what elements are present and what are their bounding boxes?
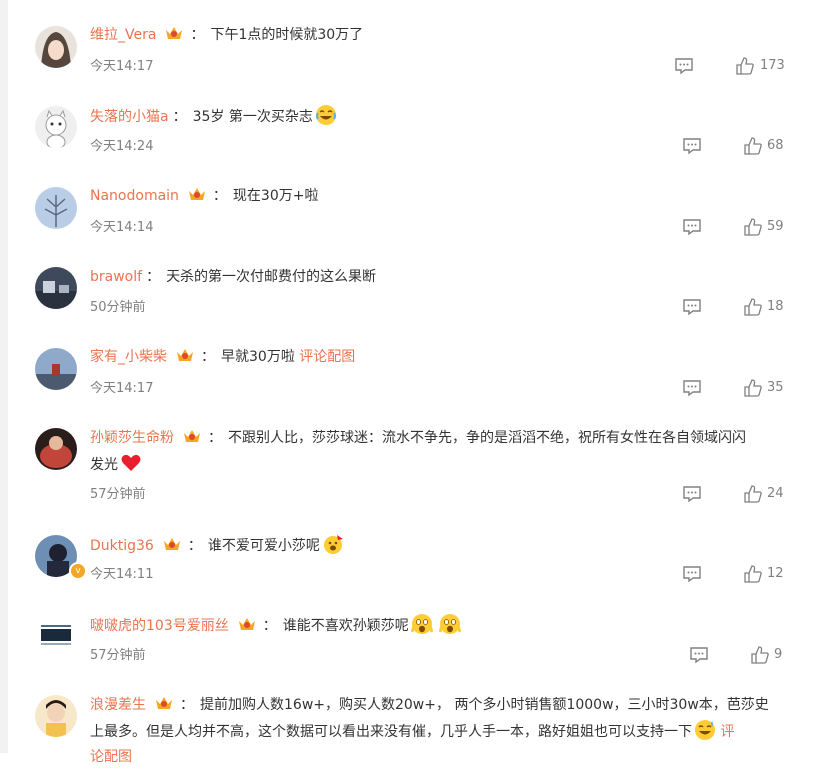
comment-text-continued: 发光 xyxy=(90,457,118,473)
party-emoji-icon xyxy=(323,535,343,554)
like-icon[interactable] xyxy=(751,646,769,664)
comment-line-continued: 发光 xyxy=(90,452,777,477)
like-icon[interactable] xyxy=(736,57,754,75)
comment-text: 下午1点的时候就30万了 xyxy=(210,27,364,43)
comment-line-continued: 上最多。但是人均并不高，这个数据可以看出来没有催，几乎人手一本，路好姐姐也可以支… xyxy=(90,719,777,744)
timestamp: 今天14:17 xyxy=(90,59,154,74)
comment-line: 孙颖莎生命粉 ： 不跟别人比，莎莎球迷：流水不争先，争的是滔滔不绝，祝所有女性在各自… xyxy=(90,426,777,450)
vip-crown-icon xyxy=(184,430,200,442)
vip-crown-icon xyxy=(156,697,172,709)
like-icon[interactable] xyxy=(744,565,762,583)
comment-line: 家有_小柴柴 ： 早就30万啦 评论配图 xyxy=(90,345,777,369)
comment-reply-icon[interactable] xyxy=(682,565,702,583)
comment-line: 失落的小猫a： 35岁 第一次买杂志 xyxy=(90,104,777,129)
vip-crown-icon xyxy=(166,27,183,39)
scream-emoji-icon xyxy=(410,614,433,634)
like-icon[interactable] xyxy=(744,485,762,503)
colon: ： xyxy=(146,269,161,285)
vip-crown-icon xyxy=(238,618,255,630)
avatar[interactable] xyxy=(35,106,77,148)
avatar[interactable] xyxy=(35,267,77,309)
colon: ： xyxy=(172,109,187,125)
comment-text: 提前加购人数16w+，购买人数20w+， 两个多小时销售额1000w，三小时30… xyxy=(200,697,769,713)
comment-text: 天杀的第一次付邮费付的这么果断 xyxy=(166,269,377,285)
comment-line: brawolf： 天杀的第一次付邮费付的这么果断 xyxy=(90,265,777,289)
comment-text: 现在30万+啦 xyxy=(232,188,319,204)
comment-reply-icon[interactable] xyxy=(682,218,702,236)
like-count: 59 xyxy=(767,219,784,234)
username[interactable]: 啵啵虎的103号爱丽丝 xyxy=(90,618,229,634)
comment-reply-icon[interactable] xyxy=(682,379,702,397)
comment-line: 啵啵虎的103号爱丽丝 ： 谁能不喜欢孙颖莎呢 xyxy=(90,613,777,638)
like-count: 18 xyxy=(767,299,784,314)
timestamp: 今天14:14 xyxy=(90,220,154,235)
like-icon[interactable] xyxy=(744,379,762,397)
username[interactable]: 家有_小柴柴 xyxy=(90,349,167,365)
comment-reply-icon[interactable] xyxy=(674,57,694,75)
vip-crown-icon xyxy=(163,538,180,550)
colon: ： xyxy=(190,27,205,43)
like-icon[interactable] xyxy=(744,218,762,236)
timestamp: 50分钟前 xyxy=(90,300,146,315)
laugh-cry-emoji-icon xyxy=(315,105,336,125)
timestamp: 57分钟前 xyxy=(90,648,146,663)
avatar[interactable] xyxy=(35,26,77,68)
comment-text: 35岁 第一次买杂志 xyxy=(192,109,313,125)
avatar[interactable] xyxy=(35,187,77,229)
comment-text: 不跟别人比，莎莎球迷：流水不争先，争的是滔滔不绝，祝所有女性在各自领域闪闪 xyxy=(228,430,746,446)
comment-line-continued: 论配图 xyxy=(90,745,777,769)
comment-reply-icon[interactable] xyxy=(682,137,702,155)
like-icon[interactable] xyxy=(744,298,762,316)
avatar[interactable] xyxy=(35,428,77,470)
comment-line: Nanodomain ： 现在30万+啦 xyxy=(90,184,777,208)
comment-text-continued: 上最多。但是人均并不高，这个数据可以看出来没有催，几乎人手一本，路好姐姐也可以支… xyxy=(90,724,692,740)
like-count: 9 xyxy=(774,647,783,662)
username[interactable]: Nanodomain xyxy=(90,188,179,204)
like-count: 24 xyxy=(767,486,784,501)
colon: ： xyxy=(262,618,277,634)
avatar[interactable] xyxy=(35,348,77,390)
comment-text: 谁能不喜欢孙颖莎呢 xyxy=(282,618,409,634)
comment-line: Duktig36 ： 谁不爱可爱小莎呢 xyxy=(90,533,777,558)
avatar[interactable] xyxy=(35,615,77,657)
comment-reply-icon[interactable] xyxy=(689,646,709,664)
username[interactable]: Duktig36 xyxy=(90,538,154,554)
avatar[interactable] xyxy=(35,695,77,737)
colon: ： xyxy=(212,188,227,204)
comment-line: 维拉_Vera ： 下午1点的时候就30万了 xyxy=(90,23,777,47)
username[interactable]: 浪漫差生 xyxy=(90,697,146,713)
comment-image-link-tail[interactable]: 论配图 xyxy=(90,749,132,765)
comment-line: 浪漫差生 ： 提前加购人数16w+，购买人数20w+， 两个多小时销售额1000w，… xyxy=(90,693,777,717)
comment-reply-icon[interactable] xyxy=(682,298,702,316)
heart-emoji-icon xyxy=(121,454,141,471)
verified-badge-icon: v xyxy=(69,562,87,580)
username[interactable]: brawolf xyxy=(90,269,142,285)
comment-image-link[interactable]: 评 xyxy=(720,724,734,740)
comment-image-link[interactable]: 评论配图 xyxy=(299,349,355,365)
colon: ： xyxy=(180,697,194,713)
grin-sweat-emoji-icon xyxy=(695,720,715,740)
timestamp: 57分钟前 xyxy=(90,487,146,502)
like-count: 68 xyxy=(767,138,784,153)
comment-reply-icon[interactable] xyxy=(682,485,702,503)
vip-crown-icon xyxy=(177,349,193,361)
colon: ： xyxy=(208,430,222,446)
comment-text: 早就30万啦 xyxy=(221,349,295,365)
like-count: 35 xyxy=(767,380,784,395)
scream-emoji-icon xyxy=(438,614,461,634)
like-icon[interactable] xyxy=(744,137,762,155)
timestamp: 今天14:17 xyxy=(90,381,154,396)
like-count: 173 xyxy=(760,58,785,73)
vip-crown-icon xyxy=(188,188,205,200)
comment-text: 谁不爱可爱小莎呢 xyxy=(207,538,320,554)
timestamp: 今天14:11 xyxy=(90,567,154,582)
like-count: 12 xyxy=(767,566,784,581)
username[interactable]: 失落的小猫a xyxy=(90,109,169,125)
colon: ： xyxy=(187,538,202,554)
username[interactable]: 孙颖莎生命粉 xyxy=(90,430,174,446)
comment-list: 维拉_Vera：下午1点的时候就30万了 今天14:17 173 失落的小猫a：… xyxy=(0,0,815,765)
timestamp: 今天14:24 xyxy=(90,139,154,154)
username[interactable]: 维拉_Vera xyxy=(90,27,156,43)
colon: ： xyxy=(201,349,215,365)
